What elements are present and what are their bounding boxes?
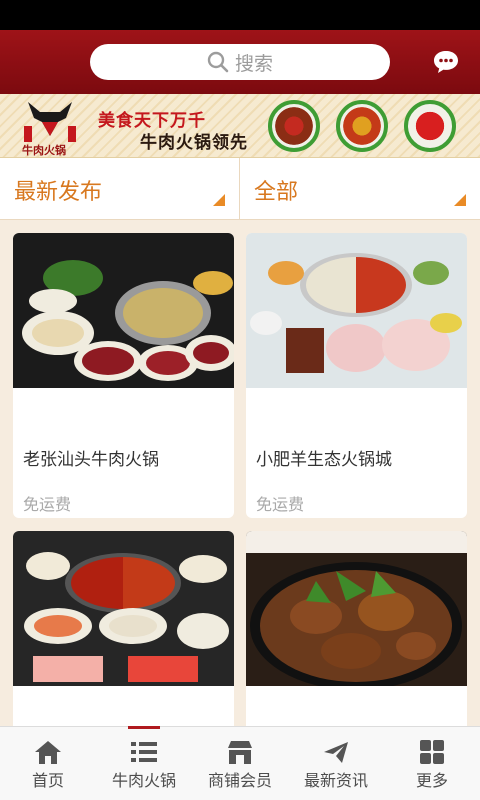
listing-card[interactable]: 老张汕头牛肉火锅 免运费	[13, 233, 234, 518]
chili-plate-image	[404, 100, 456, 152]
tab-home[interactable]: 首页	[0, 727, 96, 800]
category-dropdown[interactable]: 全部	[240, 158, 480, 220]
shop-icon	[228, 741, 252, 764]
active-tab-indicator	[128, 726, 160, 729]
hotpot-photo	[246, 531, 467, 686]
hotpot-photo	[13, 233, 234, 388]
listing-card[interactable]	[13, 531, 234, 726]
hotpot-photo	[246, 233, 467, 388]
listing-name: 小肥羊生态火锅城	[256, 450, 392, 470]
dish-plate-image	[336, 100, 388, 152]
listing-shipping: 免运费	[256, 495, 305, 514]
listing-grid: 老张汕头牛肉火锅 免运费 小肥羊生态火锅城 免运费	[0, 220, 480, 726]
chat-bubble-icon[interactable]	[432, 48, 460, 76]
promo-banner[interactable]: 牛肉火锅 美食天下万千 牛肉火锅领先	[0, 94, 480, 158]
filter-bar: 最新发布 全部	[0, 158, 480, 220]
tab-home-label: 首页	[31, 771, 64, 790]
dropdown-corner-icon	[213, 194, 225, 206]
grid-icon	[420, 740, 444, 764]
tab-beef-hotpot-label: 牛肉火锅	[111, 771, 176, 790]
banner-slogan-line2: 牛肉火锅领先	[140, 133, 248, 153]
list-icon	[131, 742, 157, 762]
beef-plate-image	[268, 100, 320, 152]
tab-latest-news-label: 最新资讯	[303, 771, 368, 790]
search-placeholder: 搜索	[234, 52, 273, 75]
home-icon	[35, 741, 61, 764]
search-input[interactable]: 搜索	[90, 44, 390, 80]
status-bar	[0, 0, 480, 30]
tab-more[interactable]: 更多	[384, 727, 480, 800]
logo-text: 牛肉火锅	[22, 144, 66, 157]
tab-shop-members-label: 商铺会员	[207, 771, 272, 790]
tab-more-label: 更多	[415, 771, 448, 790]
bottom-tab-bar: 首页 牛肉火锅 商铺会员 最新资讯 更多	[0, 726, 480, 800]
category-dropdown-label: 全部	[254, 180, 299, 205]
tab-shop-members[interactable]: 商铺会员	[192, 727, 288, 800]
listing-card[interactable]: 小肥羊生态火锅城 免运费	[246, 233, 467, 518]
listing-shipping: 免运费	[23, 495, 72, 514]
hotpot-photo	[13, 531, 234, 686]
dropdown-corner-icon	[454, 194, 466, 206]
sort-dropdown-label: 最新发布	[14, 180, 103, 205]
sort-dropdown[interactable]: 最新发布	[0, 158, 240, 220]
search-icon	[207, 51, 229, 73]
listing-name: 老张汕头牛肉火锅	[23, 450, 159, 470]
news-plane-icon	[324, 742, 348, 763]
top-header: 搜索	[0, 30, 480, 94]
listing-card[interactable]	[246, 531, 467, 726]
tab-beef-hotpot[interactable]: 牛肉火锅	[96, 726, 192, 800]
tab-latest-news[interactable]: 最新资讯	[288, 727, 384, 800]
